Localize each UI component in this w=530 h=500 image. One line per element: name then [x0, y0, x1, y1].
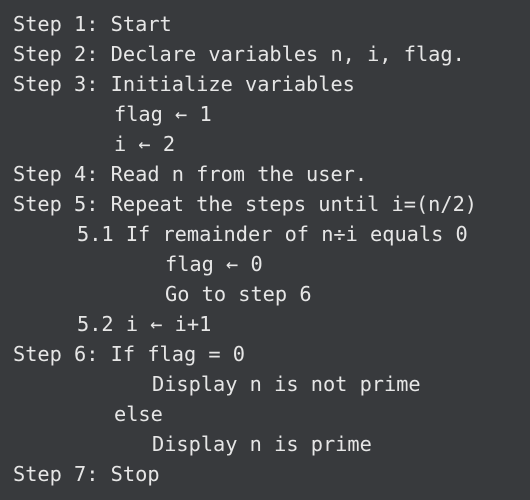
- goto-step-6-line: Go to step 6: [165, 282, 312, 306]
- init-i-line: i ← 2: [114, 132, 176, 156]
- step-4-line: Step 4: Read n from the user.: [13, 162, 368, 186]
- step-3-line: Step 3: Initialize variables: [13, 72, 355, 96]
- algorithm-code-block: Step 1: Start Step 2: Declare variables …: [0, 0, 530, 500]
- step-5-line: Step 5: Repeat the steps until i=(n/2): [13, 192, 477, 216]
- display-not-prime-line: Display n is not prime: [152, 372, 421, 396]
- step-6-line: Step 6: If flag = 0: [13, 342, 245, 366]
- step-1-line: Step 1: Start: [13, 12, 172, 36]
- step-5-2-line: 5.2 i ← i+1: [77, 312, 212, 336]
- else-line: else: [114, 402, 163, 426]
- display-prime-line: Display n is prime: [152, 432, 372, 456]
- init-flag-line: flag ← 1: [114, 102, 212, 126]
- step-7-line: Step 7: Stop: [13, 462, 160, 486]
- step-5-1-line: 5.1 If remainder of n÷i equals 0: [77, 222, 468, 246]
- set-flag-zero-line: flag ← 0: [165, 252, 263, 276]
- step-2-line: Step 2: Declare variables n, i, flag.: [13, 42, 465, 66]
